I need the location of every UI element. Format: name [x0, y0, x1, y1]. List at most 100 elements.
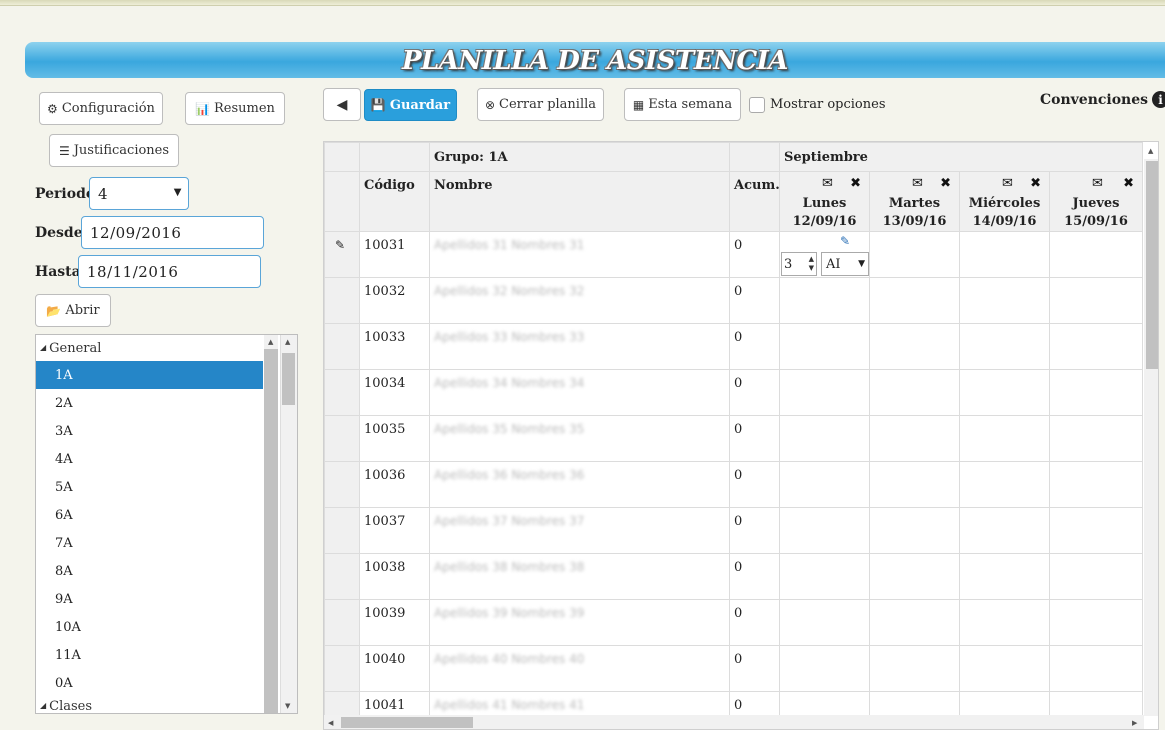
envelope-icon[interactable]: ✉ — [1002, 176, 1013, 191]
tree-item[interactable]: 5A — [36, 473, 263, 501]
table-row[interactable]: 10035 Apellidos 35 Nombres 35 0 — [324, 415, 1143, 462]
attendance-cell[interactable] — [959, 231, 1050, 278]
attendance-cell[interactable] — [779, 323, 870, 370]
grid-vertical-thumb[interactable] — [1146, 161, 1158, 369]
attendance-cell[interactable] — [1049, 461, 1143, 508]
attendance-cell[interactable] — [959, 369, 1050, 416]
attendance-cell[interactable] — [869, 553, 960, 600]
group-tree[interactable]: ◢ General 1A 2A 3A 4A 5A 6A 7A 8A 9A 10A 11A 0A ◢ C… — [35, 334, 298, 714]
attendance-cell[interactable] — [779, 599, 870, 646]
close-sheet-button[interactable]: ⊗ Cerrar planilla — [477, 88, 604, 121]
attendance-cell[interactable] — [1049, 599, 1143, 646]
table-row[interactable]: 10034 Apellidos 34 Nombres 34 0 — [324, 369, 1143, 416]
attendance-cell[interactable] — [959, 277, 1050, 324]
envelope-icon[interactable]: ✉ — [1092, 176, 1103, 191]
scroll-up-icon[interactable]: ▲ — [268, 338, 273, 346]
scroll-left-icon[interactable]: ◀ — [328, 719, 333, 727]
summary-button[interactable]: 📊 Resumen — [185, 92, 285, 125]
attendance-cell[interactable] — [869, 369, 960, 416]
stepper-arrows-icon[interactable]: ▲ ▼ — [809, 255, 814, 273]
tree-item[interactable]: 1A — [36, 361, 263, 389]
attendance-cell[interactable]: ✎ 3 ▲ ▼ AI ▼ — [779, 231, 870, 278]
attendance-cell[interactable] — [779, 369, 870, 416]
tree-item[interactable]: 3A — [36, 417, 263, 445]
tree-item[interactable]: 6A — [36, 501, 263, 529]
table-row[interactable]: 10033 Apellidos 33 Nombres 33 0 — [324, 323, 1143, 370]
close-icon[interactable]: ✖ — [1123, 176, 1134, 191]
table-row[interactable]: 10040 Apellidos 40 Nombres 40 0 — [324, 645, 1143, 692]
tree-node-general[interactable]: ◢ General — [36, 335, 297, 361]
attendance-cell[interactable] — [779, 277, 870, 324]
tree-scrollbar-inner-thumb[interactable] — [264, 349, 278, 713]
attendance-cell[interactable] — [959, 553, 1050, 600]
attendance-cell[interactable] — [779, 645, 870, 692]
attendance-cell[interactable] — [959, 507, 1050, 554]
attendance-cell[interactable] — [959, 323, 1050, 370]
grid-horizontal-thumb[interactable] — [341, 717, 473, 728]
close-icon[interactable]: ✖ — [1030, 176, 1041, 191]
attendance-cell[interactable] — [869, 645, 960, 692]
to-date-input[interactable]: 18/11/2016 — [78, 255, 261, 288]
tree-item[interactable]: 7A — [36, 529, 263, 557]
scroll-right-icon[interactable]: ▶ — [1132, 719, 1137, 727]
edit-icon[interactable]: ✎ — [840, 234, 850, 248]
attendance-cell[interactable] — [869, 415, 960, 462]
open-button[interactable]: 📂 Abrir — [35, 294, 111, 327]
tree-item[interactable]: 9A — [36, 585, 263, 613]
justifications-button[interactable]: ☰ Justificaciones — [49, 134, 179, 167]
attendance-cell[interactable] — [959, 415, 1050, 462]
attendance-cell[interactable] — [1049, 415, 1143, 462]
attendance-cell[interactable] — [959, 645, 1050, 692]
show-options-checkbox[interactable] — [749, 97, 765, 113]
attendance-cell[interactable] — [779, 461, 870, 508]
scroll-up-icon[interactable]: ▲ — [285, 338, 290, 346]
table-row[interactable]: 10037 Apellidos 37 Nombres 37 0 — [324, 507, 1143, 554]
attendance-cell[interactable] — [779, 553, 870, 600]
close-icon[interactable]: ✖ — [850, 176, 861, 191]
attendance-cell[interactable] — [779, 507, 870, 554]
back-button[interactable]: ◀ — [323, 88, 361, 121]
info-icon[interactable]: i — [1152, 91, 1165, 108]
attendance-cell[interactable] — [1049, 645, 1143, 692]
attendance-cell[interactable] — [1049, 323, 1143, 370]
attendance-cell[interactable] — [1049, 369, 1143, 416]
attendance-cell[interactable] — [1049, 231, 1143, 278]
attendance-cell[interactable] — [869, 277, 960, 324]
tree-item[interactable]: 8A — [36, 557, 263, 585]
table-row[interactable]: 10038 Apellidos 38 Nombres 38 0 — [324, 553, 1143, 600]
attendance-cell[interactable] — [869, 461, 960, 508]
tree-item[interactable]: 4A — [36, 445, 263, 473]
save-button[interactable]: 💾 Guardar — [364, 89, 457, 121]
attendance-cell[interactable] — [1049, 507, 1143, 554]
attendance-type-select[interactable]: AI ▼ — [821, 252, 869, 276]
attendance-cell[interactable] — [869, 599, 960, 646]
from-date-input[interactable]: 12/09/2016 — [81, 216, 264, 249]
attendance-cell[interactable] — [959, 461, 1050, 508]
attendance-cell[interactable] — [869, 231, 960, 278]
attendance-cell[interactable] — [1049, 277, 1143, 324]
table-row[interactable]: 10032 Apellidos 32 Nombres 32 0 — [324, 277, 1143, 324]
this-week-button[interactable]: ▦ Esta semana — [624, 88, 741, 121]
envelope-icon[interactable]: ✉ — [822, 176, 833, 191]
attendance-cell[interactable] — [869, 323, 960, 370]
tree-item[interactable]: 2A — [36, 389, 263, 417]
attendance-cell[interactable] — [869, 507, 960, 554]
tree-scrollbar-outer-thumb[interactable] — [282, 353, 295, 405]
close-icon[interactable]: ✖ — [940, 176, 951, 191]
attendance-cell[interactable] — [1049, 553, 1143, 600]
conventions[interactable]: Convenciones i — [1040, 91, 1165, 108]
config-button[interactable]: ⚙ Configuración — [39, 92, 163, 125]
attendance-cell[interactable] — [959, 599, 1050, 646]
scroll-up-icon[interactable]: ▲ — [1148, 147, 1153, 155]
tree-item[interactable]: 11A — [36, 641, 263, 669]
hours-stepper[interactable]: 3 ▲ ▼ — [781, 252, 817, 276]
tree-item[interactable]: 10A — [36, 613, 263, 641]
table-row[interactable]: ✎ 10031 Apellidos 31 Nombres 31 0 ✎ 3 ▲ ▼ AI ▼ — [324, 231, 1143, 278]
tree-item[interactable]: 0A — [36, 669, 263, 697]
table-row[interactable]: 10039 Apellidos 39 Nombres 39 0 — [324, 599, 1143, 646]
attendance-cell[interactable] — [779, 415, 870, 462]
table-row[interactable]: 10036 Apellidos 36 Nombres 36 0 — [324, 461, 1143, 508]
scroll-down-icon[interactable]: ▼ — [285, 702, 290, 710]
tree-node-clases[interactable]: ◢ Clases — [36, 697, 297, 714]
period-select[interactable]: 4 ▼ — [89, 177, 189, 210]
